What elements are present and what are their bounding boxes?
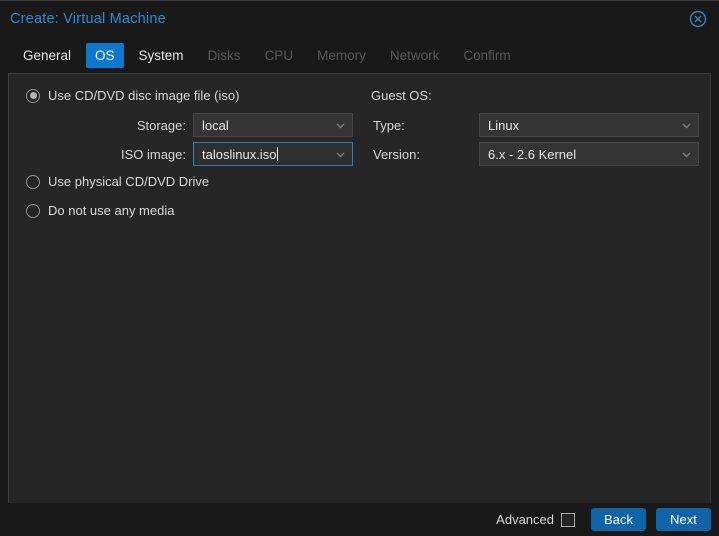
os-type-row: Type: Linux bbox=[9, 113, 699, 137]
wizard-footer: Advanced Back Next bbox=[0, 503, 719, 536]
os-type-select[interactable]: Linux bbox=[479, 113, 699, 137]
tab-os[interactable]: OS bbox=[86, 42, 124, 68]
tab-cpu: CPU bbox=[264, 47, 294, 63]
chevron-down-icon[interactable] bbox=[681, 120, 692, 131]
tab-system[interactable]: System bbox=[130, 43, 193, 68]
radio-use-iso-label: Use CD/DVD disc image file (iso) bbox=[48, 88, 240, 103]
radio-button-icon[interactable] bbox=[26, 174, 40, 189]
create-vm-dialog: { "window": { "title": "Create: Virtual … bbox=[0, 0, 719, 536]
os-version-label: Version: bbox=[373, 146, 420, 162]
radio-use-iso[interactable]: Use CD/DVD disc image file (iso) bbox=[26, 88, 239, 103]
radio-button-icon[interactable] bbox=[26, 203, 40, 218]
tab-general[interactable]: General bbox=[14, 43, 80, 68]
window-header: Create: Virtual Machine bbox=[0, 1, 719, 37]
next-button[interactable]: Next bbox=[656, 508, 711, 531]
radio-physical-drive[interactable]: Use physical CD/DVD Drive bbox=[26, 174, 209, 189]
radio-no-media-label: Do not use any media bbox=[48, 203, 175, 218]
close-icon[interactable] bbox=[689, 10, 707, 28]
os-type-label: Type: bbox=[373, 117, 405, 133]
os-version-select[interactable]: 6.x - 2.6 Kernel bbox=[479, 142, 699, 166]
os-tab-panel: Use CD/DVD disc image file (iso) Storage… bbox=[8, 73, 711, 504]
os-type-value: Linux bbox=[488, 117, 520, 133]
os-version-value: 6.x - 2.6 Kernel bbox=[488, 146, 577, 162]
wizard-tabbar: General OS System Disks CPU Memory Netwo… bbox=[0, 37, 719, 73]
tab-network: Network bbox=[389, 47, 440, 63]
guest-os-section-label: Guest OS: bbox=[371, 88, 432, 103]
radio-physical-drive-label: Use physical CD/DVD Drive bbox=[48, 174, 210, 189]
advanced-toggle[interactable]: Advanced bbox=[496, 512, 575, 527]
radio-button-icon[interactable] bbox=[26, 88, 40, 103]
os-version-row: Version: 6.x - 2.6 Kernel bbox=[9, 142, 699, 166]
advanced-checkbox[interactable] bbox=[561, 512, 575, 527]
back-button[interactable]: Back bbox=[591, 508, 646, 531]
tab-confirm: Confirm bbox=[463, 47, 511, 63]
tab-memory: Memory bbox=[317, 47, 366, 63]
tab-disks: Disks bbox=[207, 47, 241, 63]
radio-no-media[interactable]: Do not use any media bbox=[26, 203, 174, 218]
advanced-label: Advanced bbox=[496, 512, 554, 527]
window-title: Create: Virtual Machine bbox=[10, 11, 166, 27]
chevron-down-icon[interactable] bbox=[681, 149, 692, 160]
